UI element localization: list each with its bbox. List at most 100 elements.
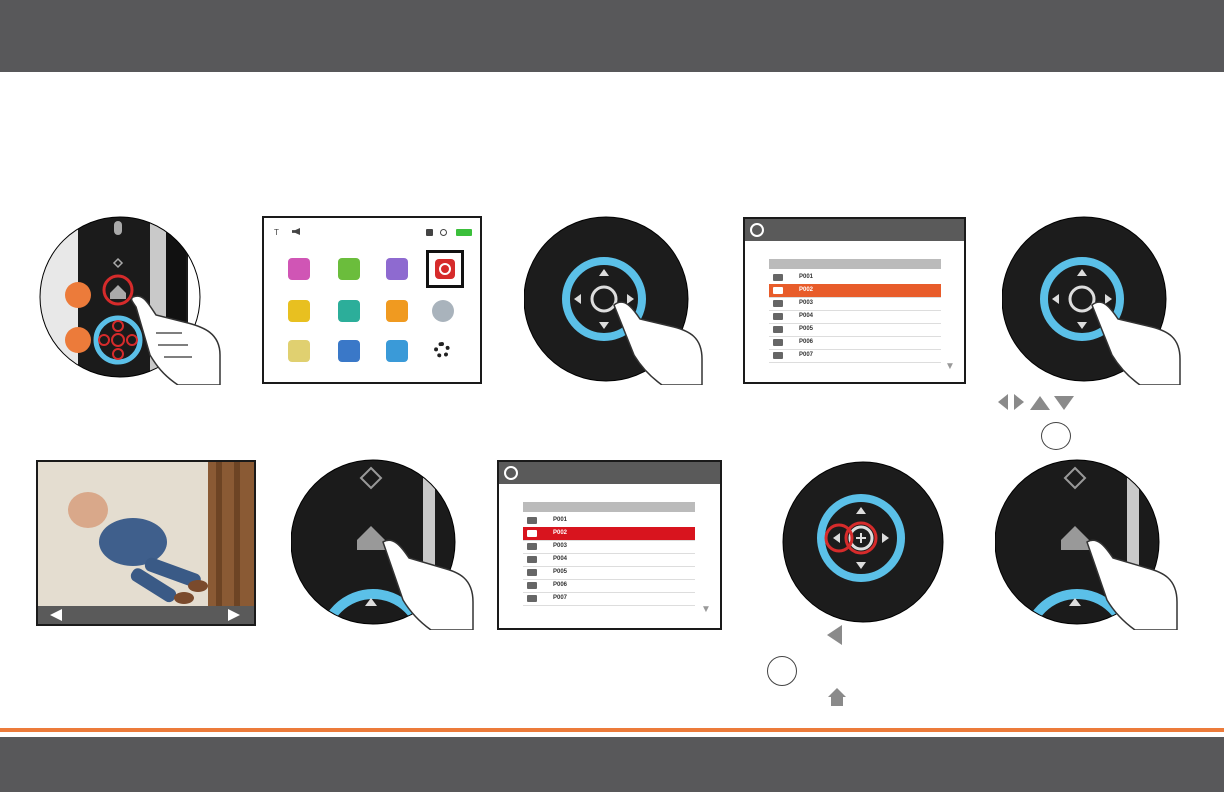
camera-icon — [527, 556, 537, 563]
grid-icon[interactable] — [338, 258, 360, 280]
file-list-item[interactable]: P007 — [769, 349, 941, 363]
camera-home-press-illustration — [39, 216, 221, 386]
battery-icon — [456, 229, 472, 236]
playback-icon — [750, 223, 764, 237]
center-button-press-illustration — [1001, 216, 1181, 386]
ok-circle-icon — [1041, 422, 1071, 450]
file-name: P004 — [553, 556, 568, 562]
file-name: P001 — [799, 274, 814, 280]
navigation-arrows-hint — [998, 394, 1074, 410]
home-button-press-illustration — [290, 459, 474, 631]
file-list-item[interactable]: P004 — [769, 310, 941, 324]
file-list-item[interactable]: P002 — [769, 284, 941, 298]
camera-icon — [527, 595, 537, 602]
home-icon — [828, 688, 846, 706]
previous-arrow-icon[interactable] — [50, 609, 62, 621]
file-name: P004 — [799, 313, 814, 319]
step-7-panel — [290, 458, 476, 631]
file-name: P002 — [553, 530, 568, 536]
file-name: P007 — [553, 595, 568, 601]
file-list-item[interactable]: P007 — [523, 592, 695, 606]
grid-icon[interactable] — [288, 300, 310, 322]
file-list-item[interactable]: P001 — [769, 271, 941, 285]
list-header — [745, 219, 964, 241]
list-header — [499, 462, 720, 484]
file-list-item[interactable]: P006 — [769, 336, 941, 350]
file-name: P006 — [799, 339, 814, 345]
file-name: P003 — [799, 300, 814, 306]
file-list-item[interactable]: P004 — [523, 553, 695, 567]
grid-icon[interactable] — [288, 258, 310, 280]
left-center-highlight-illustration — [782, 461, 944, 623]
playback-icon — [504, 466, 518, 480]
file-name: P001 — [553, 517, 568, 523]
photo-playback-screen — [36, 460, 256, 626]
step-5-panel — [1001, 215, 1182, 386]
file-list-screen-1: P001 P002 P003 P004 P005 P006 P007 ▼ — [743, 217, 966, 384]
grid-icon[interactable] — [386, 340, 408, 362]
right-arrow-icon — [1014, 394, 1024, 410]
file-list-screen-2: P001 P002 P003 P004 P005 P006 P007 ▼ — [497, 460, 722, 630]
camera-icon — [527, 543, 537, 550]
camera-icon — [773, 313, 783, 320]
baby-photo — [38, 462, 254, 606]
scroll-down-icon[interactable]: ▼ — [701, 604, 711, 615]
status-bar: T — [270, 228, 476, 238]
camera-icon — [773, 352, 783, 359]
camera-icon — [527, 517, 537, 524]
left-arrow-icon — [827, 625, 842, 645]
down-arrow-icon — [1054, 396, 1074, 410]
file-list-item[interactable]: P002 — [523, 527, 695, 541]
left-arrow-icon — [998, 394, 1008, 410]
back-row[interactable] — [769, 259, 941, 269]
step-marker-b — [65, 327, 91, 353]
scroll-down-icon[interactable]: ▼ — [945, 361, 955, 372]
home-button-press-illustration — [994, 459, 1178, 631]
text-size-icon: T — [274, 228, 279, 237]
file-list-item[interactable]: P006 — [523, 579, 695, 593]
grid-icon[interactable] — [432, 300, 454, 322]
file-list-item[interactable]: P003 — [523, 540, 695, 554]
file-name: P007 — [799, 352, 814, 358]
step-10-panel — [994, 458, 1180, 631]
step-1-panel — [38, 215, 223, 386]
lock-icon — [426, 229, 433, 236]
file-list-item[interactable]: P003 — [769, 297, 941, 311]
file-list-item[interactable]: P005 — [523, 566, 695, 580]
file-name: P003 — [553, 543, 568, 549]
file-name: P002 — [799, 287, 814, 293]
home-menu-screen: T — [262, 216, 482, 384]
file-list-item[interactable]: P001 — [523, 514, 695, 528]
up-arrow-icon — [1030, 396, 1050, 410]
ok-circle-icon — [767, 656, 797, 686]
file-list-item[interactable]: P005 — [769, 323, 941, 337]
footer-bar — [0, 737, 1224, 792]
file-name: P005 — [553, 569, 568, 575]
step-9-panel — [781, 460, 946, 628]
grid-icon[interactable] — [386, 300, 408, 322]
playback-icon-selected[interactable] — [426, 250, 464, 288]
camera-icon — [440, 229, 447, 236]
grid-icon[interactable] — [386, 258, 408, 280]
camera-icon — [527, 530, 537, 537]
next-arrow-icon[interactable] — [228, 609, 240, 621]
camera-icon — [773, 339, 783, 346]
grid-icon[interactable] — [288, 340, 310, 362]
header-bar — [0, 0, 1224, 72]
center-button-press-illustration — [523, 216, 703, 386]
camera-icon — [527, 582, 537, 589]
step-marker-a — [65, 282, 91, 308]
camera-icon — [773, 300, 783, 307]
camera-icon — [773, 287, 783, 294]
camera-icon — [527, 569, 537, 576]
camera-icon — [773, 274, 783, 281]
camera-icon — [773, 326, 783, 333]
settings-icon[interactable] — [434, 342, 450, 358]
step-3-panel — [523, 215, 704, 386]
speaker-icon — [292, 228, 300, 235]
playback-nav-bar — [38, 606, 254, 624]
grid-icon[interactable] — [338, 340, 360, 362]
file-name: P005 — [799, 326, 814, 332]
grid-icon[interactable] — [338, 300, 360, 322]
back-row[interactable] — [523, 502, 695, 512]
